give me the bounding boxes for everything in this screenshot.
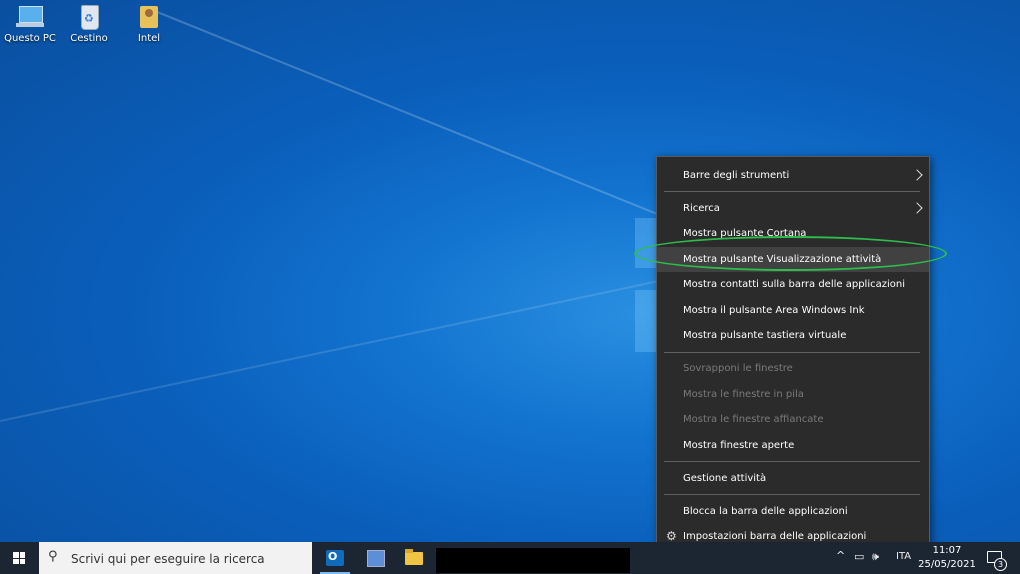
menu-item-label: Mostra il pulsante Area Windows Ink [683, 305, 865, 316]
menu-item-cascade-windows: Sovrapponi le finestre [657, 356, 929, 381]
menu-item-stack-windows: Mostra le finestre in pila [657, 382, 929, 407]
menu-item-task-manager[interactable]: Gestione attività [657, 466, 929, 491]
folder-icon [405, 549, 423, 565]
network-icon[interactable]: ▭ [854, 550, 864, 563]
desktop-icon-questo-pc[interactable]: Questo PC [0, 4, 60, 44]
menu-separator [664, 191, 920, 192]
desktop-icon-cestino[interactable]: Cestino [59, 4, 119, 44]
computer-icon [16, 4, 44, 30]
menu-item-search[interactable]: Ricerca [657, 196, 929, 221]
search-input[interactable] [69, 548, 308, 570]
menu-item-lock-taskbar[interactable]: Blocca la barra delle applicazioni [657, 499, 929, 524]
menu-item-label: Mostra contatti sulla barra delle applic… [683, 279, 905, 290]
taskbar-app-outlook[interactable] [316, 542, 354, 574]
menu-item-side-by-side-windows: Mostra le finestre affiancate [657, 407, 929, 432]
menu-item-show-desktop[interactable]: Mostra finestre aperte [657, 433, 929, 458]
menu-item-toolbars[interactable]: Barre degli strumenti [657, 163, 929, 188]
desktop-icon-label: Questo PC [4, 33, 56, 44]
user-folder-icon [135, 4, 163, 30]
notification-count: 3 [994, 558, 1007, 571]
menu-item-label: Gestione attività [683, 473, 767, 484]
windows-logo-icon [13, 552, 25, 564]
outlook-icon [326, 550, 344, 566]
menu-separator [664, 494, 920, 495]
windows-logo-pane [635, 290, 657, 352]
search-box[interactable]: ⚲ [39, 542, 312, 574]
app-window-icon [367, 550, 385, 567]
start-button[interactable] [0, 542, 38, 574]
menu-item-show-task-view[interactable]: Mostra pulsante Visualizzazione attività [657, 247, 929, 272]
menu-item-label: Sovrapponi le finestre [683, 363, 793, 374]
recycle-bin-icon [75, 4, 103, 30]
taskbar-context-menu: Barre degli strumenti Ricerca Mostra pul… [656, 156, 930, 554]
language-indicator[interactable]: ITA [896, 551, 911, 562]
menu-item-show-contacts[interactable]: Mostra contatti sulla barra delle applic… [657, 272, 929, 297]
taskbar-app-window[interactable] [356, 542, 394, 574]
menu-item-label: Barre degli strumenti [683, 170, 790, 181]
menu-item-label: Mostra pulsante tastiera virtuale [683, 330, 847, 341]
search-icon: ⚲ [48, 549, 58, 564]
menu-item-label: Mostra pulsante Cortana [683, 228, 807, 239]
action-center-button[interactable]: 3 [985, 549, 1007, 571]
menu-separator [664, 352, 920, 353]
taskbar-app-file-explorer[interactable] [395, 542, 433, 574]
light-ray [0, 274, 686, 422]
menu-separator [664, 461, 920, 462]
menu-item-label: Blocca la barra delle applicazioni [683, 506, 848, 517]
menu-item-label: Mostra pulsante Visualizzazione attività [683, 254, 882, 265]
menu-item-show-cortana[interactable]: Mostra pulsante Cortana [657, 221, 929, 246]
menu-item-show-windows-ink[interactable]: Mostra il pulsante Area Windows Ink [657, 298, 929, 323]
clock[interactable]: 11:07 25/05/2021 [918, 544, 976, 572]
menu-item-label: Ricerca [683, 203, 720, 214]
taskbar: ⚲ ^ ▭ 🕪 ITA 11:07 25/05/2021 3 [0, 542, 1020, 574]
menu-item-show-touch-keyboard[interactable]: Mostra pulsante tastiera virtuale [657, 323, 929, 348]
chevron-up-icon[interactable]: ^ [836, 549, 845, 562]
chevron-right-icon [911, 169, 923, 181]
menu-item-label: Mostra le finestre affiancate [683, 414, 824, 425]
menu-item-label: Mostra finestre aperte [683, 440, 795, 451]
clock-date: 25/05/2021 [918, 559, 976, 570]
desktop-icon-intel[interactable]: Intel [119, 4, 179, 44]
chevron-right-icon [911, 202, 923, 214]
windows-logo-pane [635, 218, 657, 268]
redacted-area [436, 548, 630, 573]
system-tray: ^ ▭ 🕪 ITA [836, 542, 912, 574]
menu-item-label: Mostra le finestre in pila [683, 389, 804, 400]
desktop-icon-label: Intel [137, 33, 161, 44]
desktop-icon-label: Cestino [70, 33, 108, 44]
volume-icon[interactable]: 🕪 [872, 550, 879, 564]
clock-time: 11:07 [932, 545, 962, 556]
